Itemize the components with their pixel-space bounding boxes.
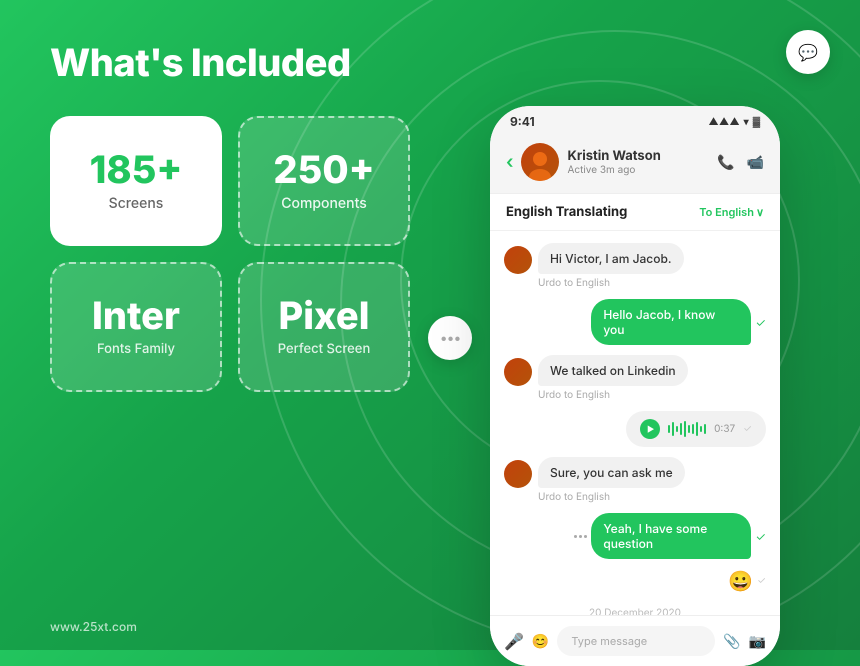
message-row-1: Hi Victor, I am Jacob.: [504, 243, 766, 274]
three-dots: [574, 535, 587, 538]
msg-avatar-3: [504, 358, 532, 386]
signal-icon: ▲▲▲: [708, 116, 739, 128]
phone-content: 9:41 ▲▲▲ ▾ ▓ ‹: [490, 106, 780, 666]
wave-bar: [688, 425, 690, 433]
message-group-2: Hello Jacob, I know you ✓: [504, 299, 766, 345]
translation-label: English Translating: [506, 204, 627, 220]
status-time: 9:41: [510, 114, 535, 129]
watermark: www.25xt.com: [50, 619, 137, 634]
wave-bar: [672, 422, 674, 436]
components-number: 250+: [273, 151, 374, 189]
card-screens: 185+ Screens: [50, 116, 222, 246]
msg-avatar-5: [504, 460, 532, 488]
status-icons: ▲▲▲ ▾ ▓: [708, 116, 760, 128]
audio-check-icon: ✓: [743, 423, 752, 435]
floating-chat-icon-middle: •••: [428, 316, 472, 360]
translation-note-3: Urdo to English: [538, 389, 766, 401]
date-divider: 20 December 2020: [504, 603, 766, 615]
bubble-6: Yeah, I have some question: [591, 513, 751, 559]
translation-note-5: Urdo to English: [538, 491, 766, 503]
video-call-icon[interactable]: 📹: [747, 154, 764, 171]
message-row-5: Sure, you can ask me: [504, 457, 766, 488]
chat-bubble-icon-1: 💬: [798, 42, 818, 62]
dot-1: [574, 535, 577, 538]
phone-mockup: 9:41 ▲▲▲ ▾ ▓ ‹: [490, 106, 780, 666]
screens-label: Screens: [109, 195, 164, 212]
inter-label: Inter: [92, 297, 180, 335]
check-icon-2: ✓: [755, 529, 766, 544]
bubble-5: Sure, you can ask me: [538, 457, 685, 488]
emoji-message: 😀 ✓: [504, 569, 766, 593]
pixel-sublabel: Perfect Screen: [278, 341, 371, 357]
wave-bar: [676, 426, 678, 432]
floating-chat-icon-top: 💬: [786, 30, 830, 74]
contact-status: Active 3m ago: [567, 164, 709, 176]
audio-message: ▶: [504, 411, 766, 447]
waveform: [668, 421, 706, 437]
message-input[interactable]: Type message: [557, 626, 715, 656]
microphone-icon[interactable]: 🎤: [504, 631, 524, 651]
dot-3: [584, 535, 587, 538]
play-icon: ▶: [647, 424, 654, 434]
inter-sublabel: Fonts Family: [97, 341, 175, 357]
chat-messages: Hi Victor, I am Jacob. Urdo to English H…: [490, 231, 780, 615]
wifi-icon: ▾: [744, 116, 749, 128]
audio-bubble[interactable]: ▶: [626, 411, 766, 447]
chat-input-bar: 🎤 😊 Type message 📎 📷: [490, 615, 780, 666]
bubble-3: We talked on Linkedin: [538, 355, 688, 386]
card-pixel: Pixel Perfect Screen: [238, 262, 410, 392]
status-bar: 9:41 ▲▲▲ ▾ ▓: [490, 106, 780, 135]
message-group-1: Hi Victor, I am Jacob. Urdo to English: [504, 243, 766, 289]
emoji-button[interactable]: 😊: [532, 633, 549, 650]
avatar-image: [521, 143, 559, 181]
cards-grid: 185+ Screens 250+ Components Inter Fonts…: [50, 116, 410, 392]
camera-icon[interactable]: 📷: [749, 633, 766, 650]
bubble-2: Hello Jacob, I know you: [591, 299, 751, 345]
header-actions: 📞 📹: [717, 154, 764, 171]
attachment-icon[interactable]: 📎: [723, 633, 740, 650]
emoji-icon: 😀: [728, 569, 753, 593]
wave-bar: [692, 424, 694, 434]
phone-call-icon[interactable]: 📞: [717, 154, 734, 171]
message-group-6: Yeah, I have some question ✓: [504, 513, 766, 559]
battery-icon: ▓: [753, 116, 760, 128]
check-icon-1: ✓: [755, 315, 766, 330]
dot-2: [579, 535, 582, 538]
wave-bar: [696, 422, 698, 436]
message-group-3: We talked on Linkedin Urdo to English: [504, 355, 766, 401]
emoji-check-icon: ✓: [757, 575, 766, 587]
chat-dots-icon: •••: [440, 330, 461, 347]
contact-name: Kristin Watson: [567, 148, 709, 164]
bubble-1: Hi Victor, I am Jacob.: [538, 243, 684, 274]
avatar-svg: [526, 149, 554, 181]
audio-time: 0:37: [714, 423, 735, 435]
wave-bar: [704, 424, 706, 434]
wave-bar: [684, 421, 686, 437]
translation-bar: English Translating To English ∨: [490, 194, 780, 231]
translation-target[interactable]: To English ∨: [699, 205, 764, 219]
wave-bar: [668, 425, 670, 433]
page-container: 💬 What's Included 185+ Screens 250+ Comp…: [0, 0, 860, 650]
back-arrow-icon[interactable]: ‹: [506, 152, 513, 173]
translation-note-1: Urdo to English: [538, 277, 766, 289]
message-row-3: We talked on Linkedin: [504, 355, 766, 386]
content-area: 185+ Screens 250+ Components Inter Fonts…: [50, 116, 810, 666]
play-button[interactable]: ▶: [640, 419, 660, 439]
screens-number: 185+: [90, 151, 183, 189]
cards-section: 185+ Screens 250+ Components Inter Fonts…: [50, 116, 410, 392]
wave-bar: [700, 426, 702, 432]
msg-avatar-1: [504, 246, 532, 274]
card-inter: Inter Fonts Family: [50, 262, 222, 392]
card-components: 250+ Components: [238, 116, 410, 246]
pixel-label: Pixel: [279, 297, 370, 335]
chevron-down-icon: ∨: [756, 205, 764, 219]
input-placeholder: Type message: [571, 634, 647, 648]
chat-header: ‹ Kristin Watson Active 3m ago: [490, 135, 780, 194]
components-label: Components: [281, 195, 367, 212]
wave-bar: [680, 423, 682, 435]
page-title: What's Included: [50, 40, 810, 86]
contact-info: Kristin Watson Active 3m ago: [567, 148, 709, 176]
contact-avatar: [521, 143, 559, 181]
message-group-5: Sure, you can ask me Urdo to English: [504, 457, 766, 503]
